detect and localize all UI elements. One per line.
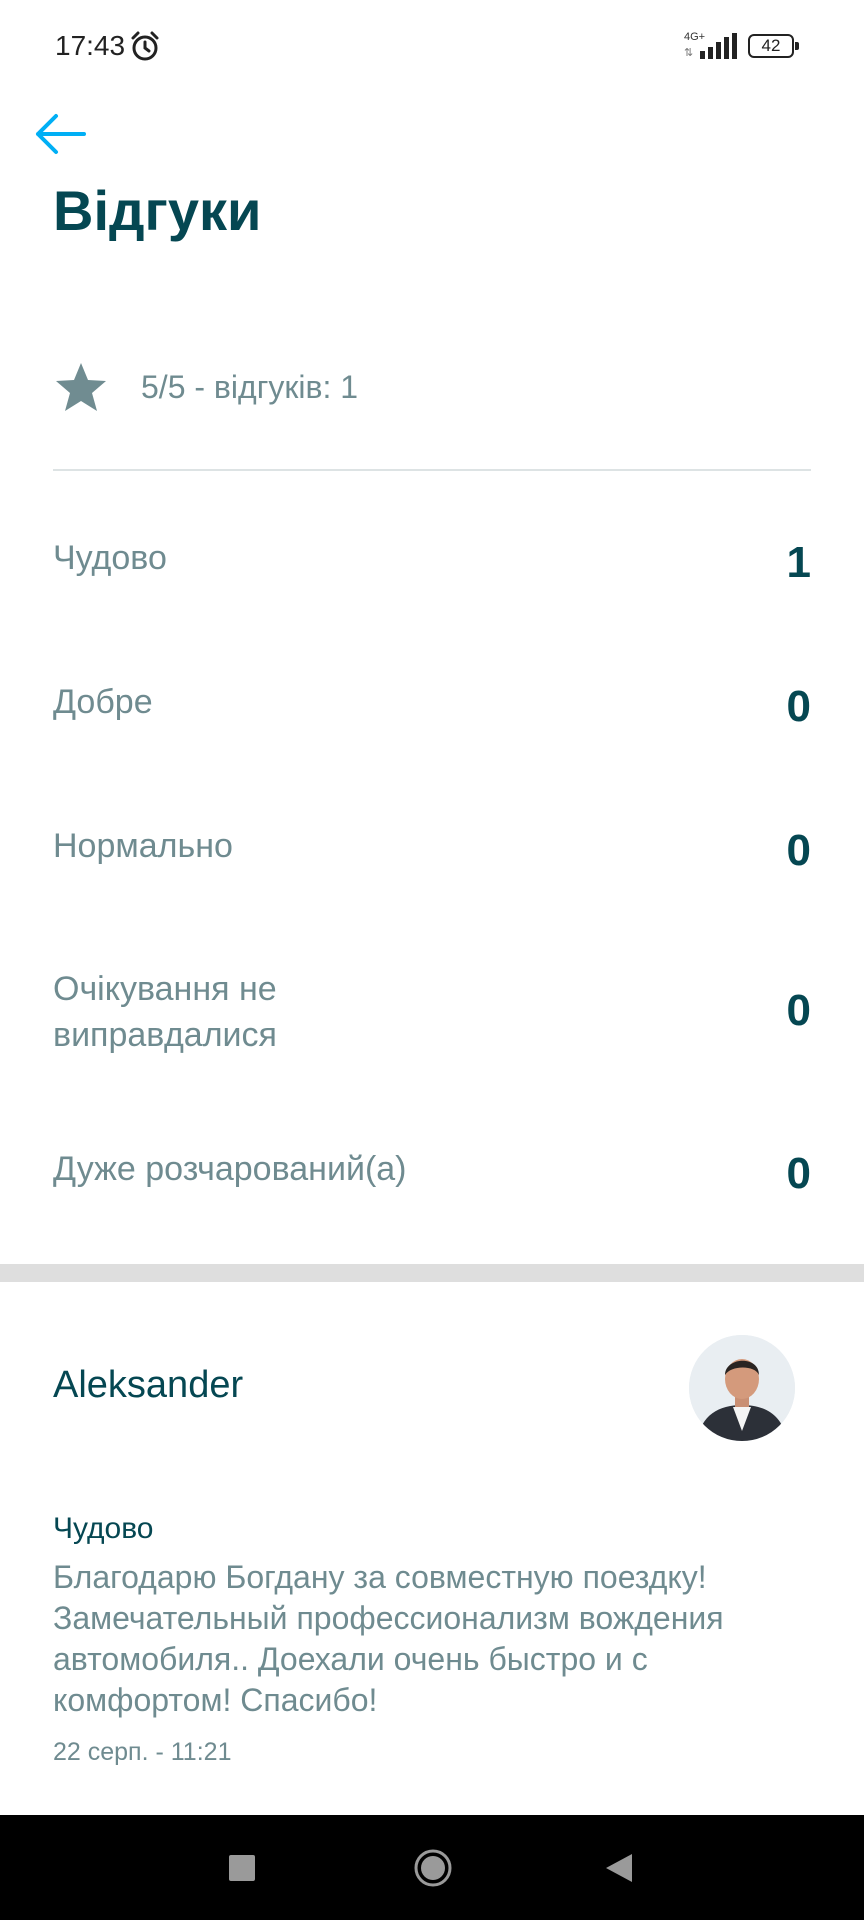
signal-icon: [700, 33, 737, 59]
arrow-left-icon: [36, 114, 86, 154]
rating-row-very-disappointed[interactable]: Дуже розчарований(а) 0: [53, 1146, 811, 1197]
back-button[interactable]: [32, 108, 92, 160]
reviewer-name[interactable]: Aleksander: [53, 1364, 243, 1407]
star-icon: [56, 363, 106, 411]
review-date: 22 серп. - 11:21: [53, 1738, 232, 1766]
section-separator: [0, 1264, 864, 1282]
review-text: Благодарю Богдану за совместную поездку!…: [53, 1559, 724, 1718]
rating-summary: 5/5 - відгуків: 1: [53, 355, 813, 425]
rating-label: Дуже розчарований(а): [53, 1150, 407, 1188]
page-title: Відгуки: [53, 180, 262, 242]
rating-row-good[interactable]: Добре 0: [53, 679, 811, 730]
rating-label: Чудово: [53, 539, 167, 577]
rating-row-normal[interactable]: Нормально 0: [53, 823, 811, 874]
home-icon[interactable]: [413, 1848, 453, 1888]
recent-apps-icon[interactable]: [229, 1855, 255, 1881]
rating-count: 0: [786, 826, 811, 875]
divider: [53, 469, 811, 471]
status-time: 17:43: [55, 30, 126, 61]
battery-icon: 42: [748, 34, 799, 58]
rating-row-excellent[interactable]: Чудово 1: [53, 535, 811, 586]
summary-text: 5/5 - відгуків: 1: [141, 369, 359, 405]
data-arrows-icon: ⇅: [684, 47, 694, 59]
rating-count: 0: [786, 682, 811, 731]
back-icon[interactable]: [604, 1852, 634, 1884]
status-bar: 17:43 4G+ ⇅ 42: [0, 0, 864, 95]
avatar-photo: [689, 1335, 795, 1441]
rating-label: Очікування не виправдалися: [53, 970, 277, 1054]
alarm-icon: [131, 31, 159, 61]
review-rating-label: Чудово: [53, 1512, 154, 1545]
battery-level: 42: [761, 36, 781, 55]
rating-row-disappointing[interactable]: Очікування не виправдалися 0: [53, 966, 811, 1058]
avatar[interactable]: [689, 1335, 795, 1441]
rating-label: Добре: [53, 683, 153, 721]
rating-count: 0: [786, 1149, 811, 1198]
rating-count: 1: [786, 538, 811, 587]
rating-label: Нормально: [53, 827, 233, 865]
rating-count: 0: [786, 986, 811, 1035]
